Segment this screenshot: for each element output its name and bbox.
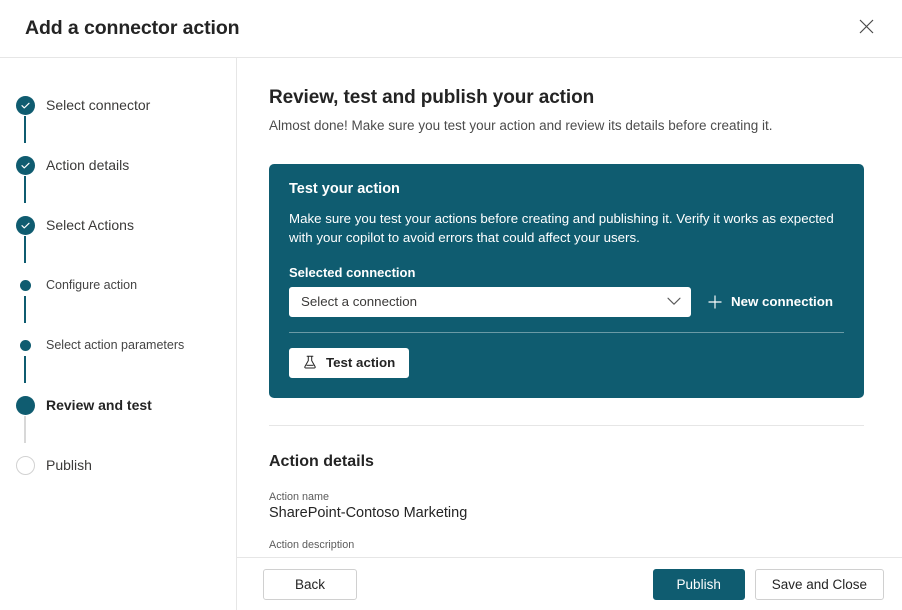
step-marker bbox=[14, 274, 36, 296]
step-connector-line bbox=[24, 115, 26, 143]
empty-circle-icon bbox=[16, 456, 35, 475]
dot-icon bbox=[20, 280, 31, 291]
step-connector-line bbox=[24, 235, 26, 263]
filled-circle-icon bbox=[16, 396, 35, 415]
action-name-value: SharePoint-Contoso Marketing bbox=[269, 505, 864, 521]
step-connector-line bbox=[24, 175, 26, 203]
new-connection-button[interactable]: New connection bbox=[708, 294, 833, 309]
action-details-title: Action details bbox=[269, 453, 864, 471]
section-divider bbox=[269, 425, 864, 426]
step-connector-line bbox=[24, 295, 26, 323]
close-icon bbox=[859, 19, 874, 34]
step-connector-line bbox=[24, 415, 26, 443]
main-content: Review, test and publish your action Alm… bbox=[237, 57, 902, 610]
action-name-label: Action name bbox=[269, 491, 864, 503]
test-action-label: Test action bbox=[326, 355, 395, 370]
check-circle-icon bbox=[16, 96, 35, 115]
test-card-description: Make sure you test your actions before c… bbox=[289, 209, 844, 248]
sidebar-item-label: Select Actions bbox=[46, 217, 134, 233]
sidebar-item-select-connector[interactable]: Select connector bbox=[0, 93, 236, 117]
flask-icon bbox=[303, 355, 317, 370]
sidebar-item-label: Action details bbox=[46, 157, 129, 173]
sidebar-item-review-and-test[interactable]: Review and test bbox=[0, 393, 236, 417]
dialog-header: Add a connector action bbox=[0, 0, 902, 57]
sidebar-item-action-details[interactable]: Action details bbox=[0, 153, 236, 177]
step-marker bbox=[14, 214, 36, 236]
test-your-action-card: Test your action Make sure you test your… bbox=[269, 164, 864, 398]
sidebar-item-select-actions[interactable]: Select Actions bbox=[0, 213, 236, 237]
back-button[interactable]: Back bbox=[263, 569, 357, 600]
test-card-title: Test your action bbox=[289, 181, 844, 197]
dot-icon bbox=[20, 340, 31, 351]
new-connection-label: New connection bbox=[731, 294, 833, 309]
step-marker bbox=[14, 94, 36, 116]
action-name-block: Action name SharePoint-Contoso Marketing bbox=[269, 491, 864, 521]
connection-select[interactable]: Select a connection bbox=[289, 287, 691, 317]
action-description-block: Action description bbox=[269, 539, 864, 551]
check-circle-icon bbox=[16, 216, 35, 235]
close-button[interactable] bbox=[848, 10, 884, 42]
connection-select-value: Select a connection bbox=[301, 294, 417, 309]
sidebar-item-configure-action[interactable]: Configure action bbox=[0, 273, 236, 297]
test-card-divider bbox=[289, 332, 844, 333]
sidebar-item-publish[interactable]: Publish bbox=[0, 453, 236, 477]
sidebar-item-select-action-parameters[interactable]: Select action parameters bbox=[0, 333, 236, 357]
main-heading: Review, test and publish your action bbox=[269, 87, 864, 109]
chevron-down-icon bbox=[667, 297, 681, 306]
dialog-body: Select connector Action details bbox=[0, 57, 902, 610]
dialog-footer: Back Publish Save and Close bbox=[237, 557, 902, 610]
add-connector-action-dialog: Add a connector action bbox=[0, 0, 902, 610]
step-connector-line bbox=[24, 355, 26, 383]
connection-row: Select a connection bbox=[289, 287, 844, 317]
check-circle-icon bbox=[16, 156, 35, 175]
sidebar-item-label: Review and test bbox=[46, 397, 152, 413]
publish-button[interactable]: Publish bbox=[653, 569, 745, 600]
step-marker bbox=[14, 454, 36, 476]
sidebar-item-label: Publish bbox=[46, 457, 92, 473]
save-and-close-button[interactable]: Save and Close bbox=[755, 569, 884, 600]
step-marker bbox=[14, 394, 36, 416]
page-title: Add a connector action bbox=[25, 17, 240, 40]
stepper-sidebar: Select connector Action details bbox=[0, 57, 237, 610]
sidebar-item-label: Select connector bbox=[46, 97, 150, 113]
action-description-label: Action description bbox=[269, 539, 864, 551]
step-marker bbox=[14, 154, 36, 176]
test-action-button[interactable]: Test action bbox=[289, 348, 409, 378]
main-subheading: Almost done! Make sure you test your act… bbox=[269, 118, 864, 133]
selected-connection-label: Selected connection bbox=[289, 265, 844, 280]
sidebar-item-label: Select action parameters bbox=[46, 338, 184, 352]
plus-icon bbox=[708, 295, 722, 309]
sidebar-item-label: Configure action bbox=[46, 278, 137, 292]
footer-actions: Publish Save and Close bbox=[653, 569, 884, 600]
step-marker bbox=[14, 334, 36, 356]
